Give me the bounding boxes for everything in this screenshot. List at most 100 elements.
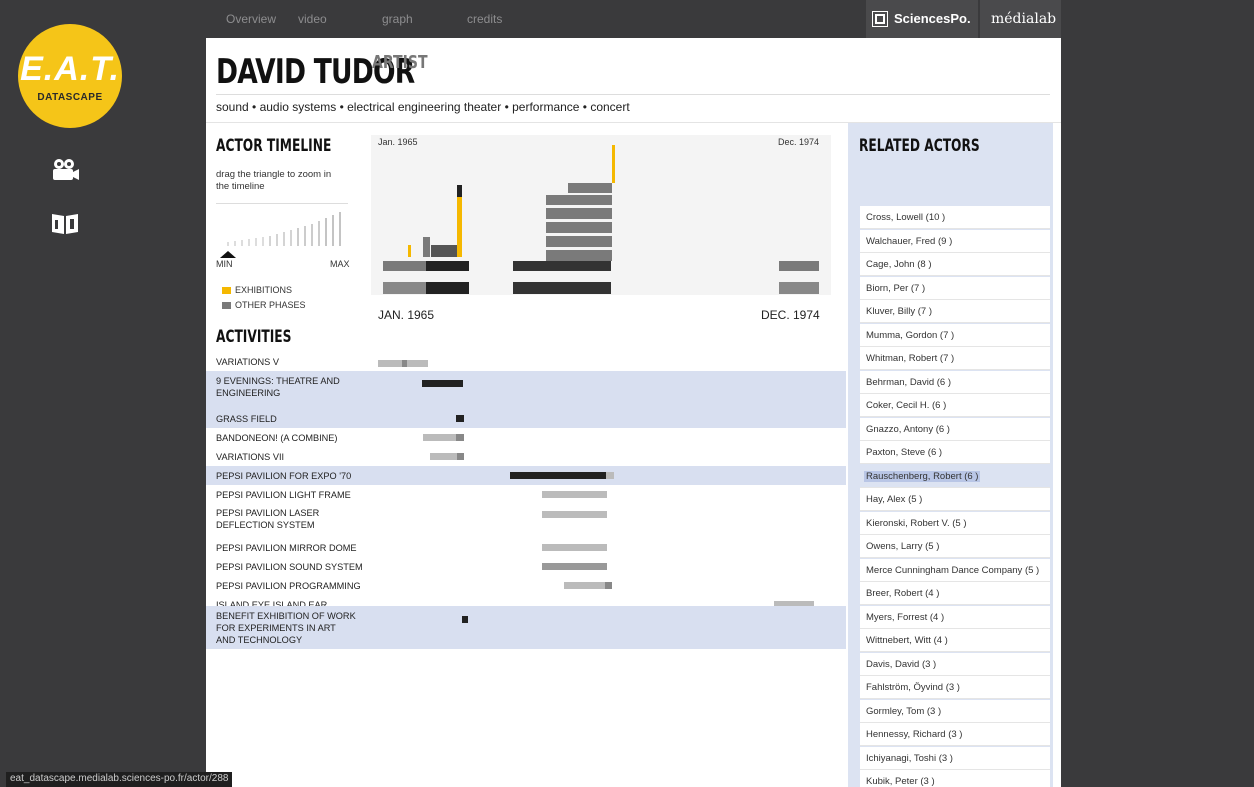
activity-row[interactable]: BENEFIT EXHIBITION OF WORK FOR EXPERIMEN… — [206, 606, 846, 649]
related-actor-label: Owens, Larry (5 ) — [866, 541, 940, 552]
related-actor-label: Myers, Forrest (4 ) — [866, 611, 945, 623]
activity-row[interactable]: PEPSI PAVILION SOUND SYSTEM — [206, 557, 846, 576]
related-actor-item[interactable]: Gnazzo, Antony (6 ) — [860, 417, 1050, 441]
related-actor-label: Breer, Robert (4 ) — [866, 588, 940, 599]
related-actor-item[interactable]: Cross, Lowell (10 ) — [860, 206, 1050, 229]
activity-label: PEPSI PAVILION FOR EXPO '70 — [216, 471, 352, 481]
related-actor-label: Mumma, Gordon (7 ) — [866, 329, 955, 341]
related-actor-label: Paxton, Steve (6 ) — [866, 447, 943, 458]
activity-row[interactable]: PEPSI PAVILION PROGRAMMING — [206, 576, 846, 595]
related-actor-item[interactable]: Walchauer, Fred (9 ) — [860, 229, 1050, 253]
related-actor-label: Cross, Lowell (10 ) — [866, 212, 946, 223]
related-actor-label: Wittnebert, Witt (4 ) — [866, 635, 948, 646]
activity-row[interactable]: VARIATIONS VII — [206, 447, 846, 466]
related-actor-item[interactable]: Davis, David (3 ) — [860, 652, 1050, 676]
related-actors-panel: RELATED ACTORS Cross, Lowell (10 ) Walcha… — [848, 123, 1053, 787]
activity-label: PEPSI PAVILION PROGRAMMING — [216, 581, 361, 591]
activity-label: VARIATIONS VII — [216, 452, 285, 462]
nav-graph[interactable]: graph — [382, 12, 413, 26]
related-actor-item[interactable]: Rauschenberg, Robert (6 ) — [860, 464, 1050, 488]
sciencespo-brand[interactable]: SciencesPo. — [866, 0, 978, 38]
related-actor-item[interactable]: Kieronski, Robert V. (5 ) — [860, 511, 1050, 535]
activity-bar — [542, 544, 607, 551]
activity-bar — [422, 380, 463, 387]
timeline-hint: drag the triangle to zoom in the timelin… — [216, 169, 332, 192]
chart-start-label: JAN. 1965 — [378, 308, 435, 322]
legend-other-swatch — [222, 302, 231, 309]
related-actor-label: Coker, Cecil H. (6 ) — [866, 400, 947, 411]
activity-bar-mark — [510, 472, 606, 479]
zoom-slider[interactable] — [216, 208, 348, 268]
related-actor-item[interactable]: Breer, Robert (4 ) — [860, 582, 1050, 605]
chart-end-label: DEC. 1974 — [761, 308, 820, 322]
activity-row[interactable]: BANDONEON! (A COMBINE) — [206, 428, 846, 447]
activity-label: GRASS FIELD — [216, 414, 277, 424]
related-actor-item[interactable]: Myers, Forrest (4 ) — [860, 605, 1050, 629]
related-actor-item[interactable]: Mumma, Gordon (7 ) — [860, 323, 1050, 347]
activity-row[interactable]: VARIATIONS V — [206, 352, 846, 371]
activity-row[interactable]: GRASS FIELD — [206, 409, 846, 428]
activity-row[interactable]: PEPSI PAVILION LIGHT FRAME — [206, 485, 846, 504]
related-actor-item[interactable]: Whitman, Robert (7 ) — [860, 347, 1050, 370]
hint-divider — [216, 203, 348, 204]
eat-logo[interactable]: E.A.T. DATASCAPE — [18, 24, 122, 128]
medialab-brand[interactable]: médialab — [980, 0, 1061, 38]
related-actor-label: Gnazzo, Antony (6 ) — [866, 423, 950, 435]
related-actor-label: Whitman, Robert (7 ) — [866, 353, 955, 364]
related-actor-item[interactable]: Hay, Alex (5 ) — [860, 488, 1050, 511]
related-actor-item[interactable]: Behrman, David (6 ) — [860, 370, 1050, 394]
related-actor-item[interactable]: Coker, Cecil H. (6 ) — [860, 394, 1050, 417]
sciencespo-logo-icon — [872, 11, 888, 27]
logo-subtitle: DATASCAPE — [37, 92, 103, 103]
medialab-label: médialab — [991, 11, 1057, 27]
related-actor-label: Gormley, Tom (3 ) — [866, 705, 942, 717]
actor-title: DAVID TUDOR — [216, 52, 470, 92]
related-actor-label: Kubik, Peter (3 ) — [866, 776, 935, 787]
status-bar-url: eat_datascape.medialab.sciences-po.fr/ac… — [6, 772, 233, 787]
activity-bar-mark — [457, 453, 464, 460]
activity-row[interactable]: PEPSI PAVILION LASER DEFLECTION SYSTEM — [206, 504, 846, 538]
activity-row[interactable]: 9 EVENINGS: THEATRE AND ENGINEERING — [206, 371, 846, 409]
activity-bar — [456, 415, 464, 422]
timeline-histogram — [383, 145, 819, 294]
related-actor-item[interactable]: Paxton, Steve (6 ) — [860, 441, 1050, 464]
related-actor-item[interactable]: Kluver, Billy (7 ) — [860, 300, 1050, 323]
activity-bar-mark — [402, 360, 407, 367]
legend-other-label: OTHER PHASES — [235, 300, 306, 310]
related-actor-item[interactable]: Owens, Larry (5 ) — [860, 535, 1050, 558]
nav-credits[interactable]: credits — [467, 12, 502, 26]
activity-bar — [542, 563, 607, 570]
video-camera-icon[interactable] — [50, 157, 80, 183]
related-actor-item[interactable]: Cage, John (8 ) — [860, 253, 1050, 276]
related-actor-label: Hennessy, Richard (3 ) — [866, 729, 963, 740]
activity-label: PEPSI PAVILION SOUND SYSTEM — [216, 562, 363, 572]
related-actor-item[interactable]: Merce Cunningham Dance Company (5 ) — [860, 558, 1050, 582]
related-actor-item[interactable]: Hennessy, Richard (3 ) — [860, 723, 1050, 746]
activity-label: BANDONEON! (A COMBINE) — [216, 433, 338, 443]
book-icon[interactable] — [50, 210, 80, 236]
nav-overview[interactable]: Overview — [226, 12, 276, 26]
related-actor-item[interactable]: Fahlström, Öyvind (3 ) — [860, 676, 1050, 699]
related-actor-item[interactable]: Biorn, Per (7 ) — [860, 276, 1050, 300]
related-actor-item[interactable]: Wittnebert, Witt (4 ) — [860, 629, 1050, 652]
nav-video[interactable]: video — [298, 12, 327, 26]
activity-bar — [542, 511, 607, 518]
related-actor-item[interactable]: Ichiyanagi, Toshi (3 ) — [860, 746, 1050, 770]
activity-row[interactable]: PEPSI PAVILION MIRROR DOME — [206, 538, 846, 557]
related-actor-item[interactable]: Kubik, Peter (3 ) — [860, 770, 1050, 787]
left-rail: E.A.T. DATASCAPE — [0, 0, 130, 787]
related-actor-label: Cage, John (8 ) — [866, 259, 932, 270]
timeline-chart[interactable]: Jan. 1965 Dec. 1974 — [371, 135, 831, 295]
activity-row[interactable]: PEPSI PAVILION FOR EXPO '70 — [206, 466, 846, 485]
related-actor-label: Biorn, Per (7 ) — [866, 282, 926, 294]
related-actor-item[interactable]: Gormley, Tom (3 ) — [860, 699, 1050, 723]
related-actor-label: Hay, Alex (5 ) — [866, 494, 923, 505]
related-actor-label: Rauschenberg, Robert (6 ) — [864, 470, 981, 482]
logo-title: E.A.T. — [20, 50, 120, 88]
activity-bar-mark — [605, 582, 612, 589]
related-actor-label: Kluver, Billy (7 ) — [866, 306, 932, 317]
activities-heading: ACTIVITIES — [216, 327, 292, 347]
legend-exhibitions-swatch — [222, 287, 231, 294]
related-actor-label: Merce Cunningham Dance Company (5 ) — [866, 564, 1040, 576]
related-actor-label: Ichiyanagi, Toshi (3 ) — [866, 752, 953, 764]
